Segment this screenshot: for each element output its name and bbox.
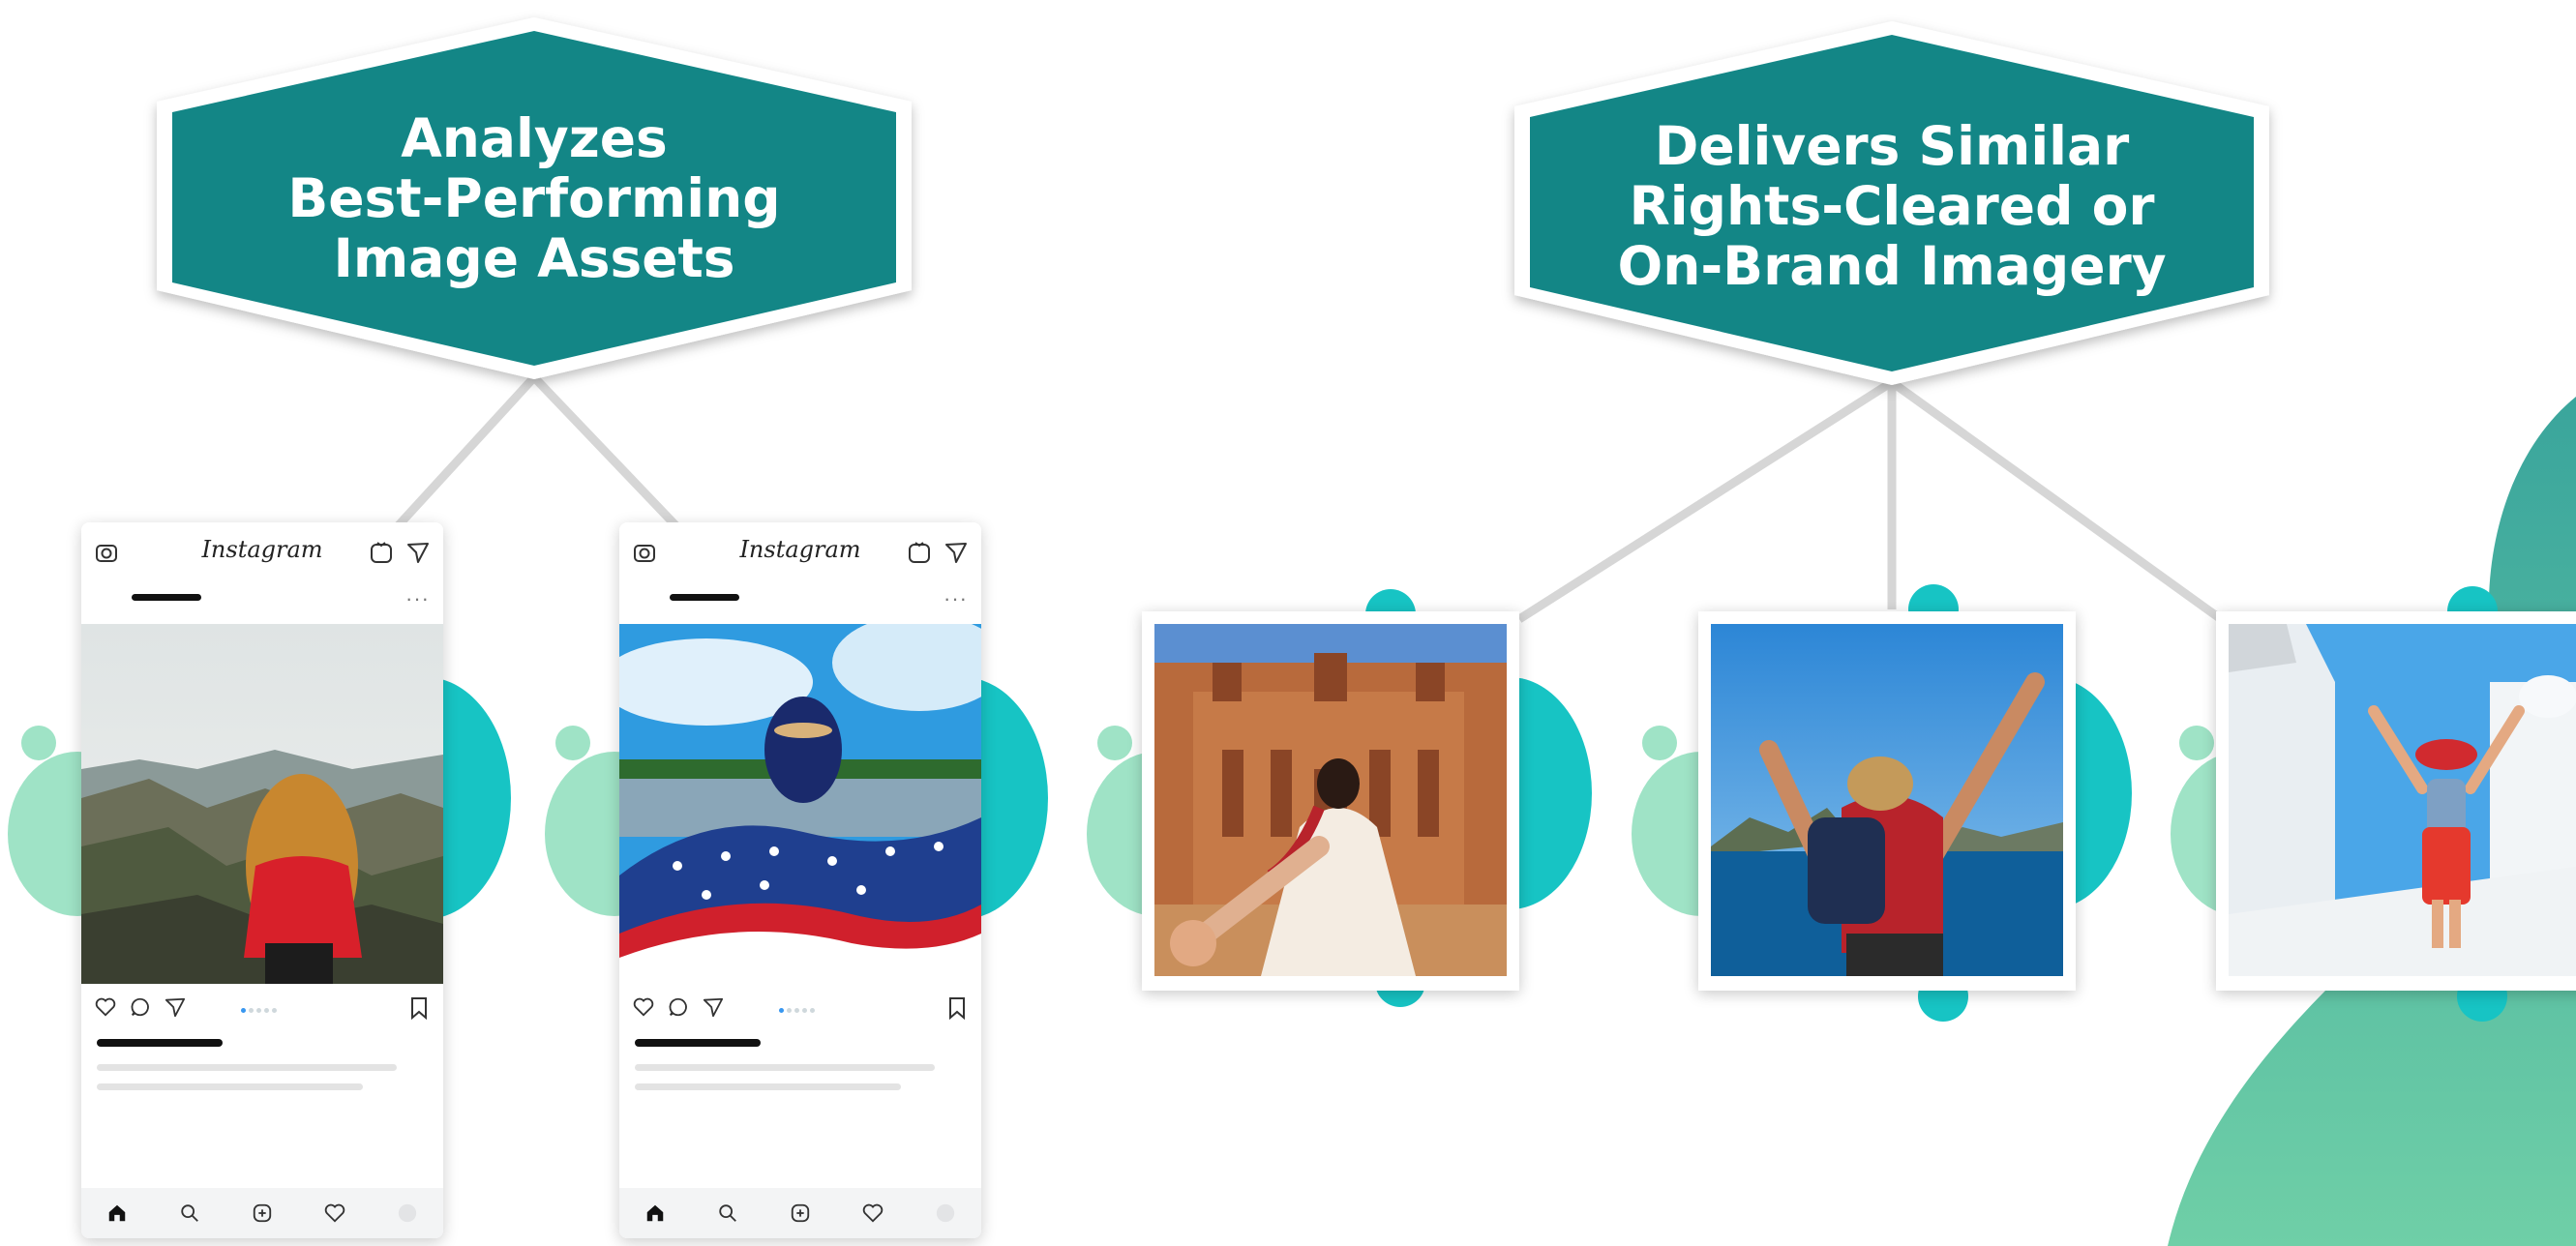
caption-username-placeholder bbox=[97, 1039, 223, 1047]
phone-header: Instagram bbox=[81, 522, 443, 580]
bookmark-icon[interactable] bbox=[946, 996, 968, 1020]
share-icon[interactable] bbox=[165, 996, 186, 1018]
search-icon[interactable] bbox=[179, 1202, 200, 1224]
heading-left: Analyzes Best-Performing Image Assets bbox=[194, 97, 875, 300]
comment-icon[interactable] bbox=[668, 996, 689, 1018]
connector-lines-left bbox=[393, 373, 681, 531]
activity-icon[interactable] bbox=[324, 1202, 345, 1224]
igtv-icon[interactable] bbox=[908, 541, 931, 564]
direct-message-icon[interactable] bbox=[944, 541, 968, 564]
bookmark-icon[interactable] bbox=[408, 996, 430, 1020]
heading-right-line-2: Rights-Cleared or bbox=[1629, 175, 2155, 237]
phone-mockup-2: Instagram ··· bbox=[619, 522, 981, 1238]
caption-line-placeholder bbox=[97, 1083, 363, 1090]
caption-username-placeholder bbox=[635, 1039, 761, 1047]
framed-photo-1 bbox=[1142, 611, 1519, 991]
carousel-indicator bbox=[779, 1008, 815, 1013]
search-icon[interactable] bbox=[717, 1202, 738, 1224]
carousel-indicator bbox=[241, 1008, 277, 1013]
caption-line-placeholder bbox=[97, 1064, 397, 1071]
caption-line-placeholder bbox=[635, 1083, 901, 1090]
caption-line-placeholder bbox=[635, 1064, 935, 1071]
add-post-icon[interactable] bbox=[252, 1202, 273, 1224]
framed-photo-3 bbox=[2216, 611, 2576, 991]
username-placeholder bbox=[132, 594, 201, 601]
post-actions bbox=[95, 996, 186, 1018]
post-photo bbox=[619, 624, 981, 984]
more-options-icon[interactable]: ··· bbox=[405, 586, 430, 611]
post-photo bbox=[81, 624, 443, 984]
heading-right: Delivers Similar Rights-Cleared or On-Br… bbox=[1548, 104, 2235, 308]
profile-icon[interactable] bbox=[397, 1202, 418, 1224]
framed-photo-2 bbox=[1698, 611, 2076, 991]
heading-right-line-1: Delivers Similar bbox=[1654, 115, 2130, 177]
heading-right-line-3: On-Brand Imagery bbox=[1617, 235, 2167, 297]
heart-icon[interactable] bbox=[95, 996, 116, 1018]
heading-left-line-2: Best-Performing bbox=[287, 167, 781, 229]
phone-header: Instagram bbox=[619, 522, 981, 580]
more-options-icon[interactable]: ··· bbox=[944, 586, 968, 611]
phone-mockup-1: Instagram ··· bbox=[81, 522, 443, 1238]
comment-icon[interactable] bbox=[130, 996, 151, 1018]
igtv-icon[interactable] bbox=[370, 541, 393, 564]
profile-icon[interactable] bbox=[935, 1202, 956, 1224]
bottom-nav bbox=[619, 1188, 981, 1238]
home-icon[interactable] bbox=[644, 1202, 666, 1224]
share-icon[interactable] bbox=[703, 996, 724, 1018]
heading-left-line-1: Analyzes bbox=[401, 107, 668, 169]
heading-left-line-3: Image Assets bbox=[333, 227, 735, 289]
direct-message-icon[interactable] bbox=[406, 541, 430, 564]
home-icon[interactable] bbox=[106, 1202, 128, 1224]
heart-icon[interactable] bbox=[633, 996, 654, 1018]
username-placeholder bbox=[670, 594, 739, 601]
bottom-nav bbox=[81, 1188, 443, 1238]
post-actions bbox=[633, 996, 724, 1018]
activity-icon[interactable] bbox=[862, 1202, 884, 1224]
add-post-icon[interactable] bbox=[790, 1202, 811, 1224]
connector-lines-right bbox=[1516, 378, 2224, 623]
